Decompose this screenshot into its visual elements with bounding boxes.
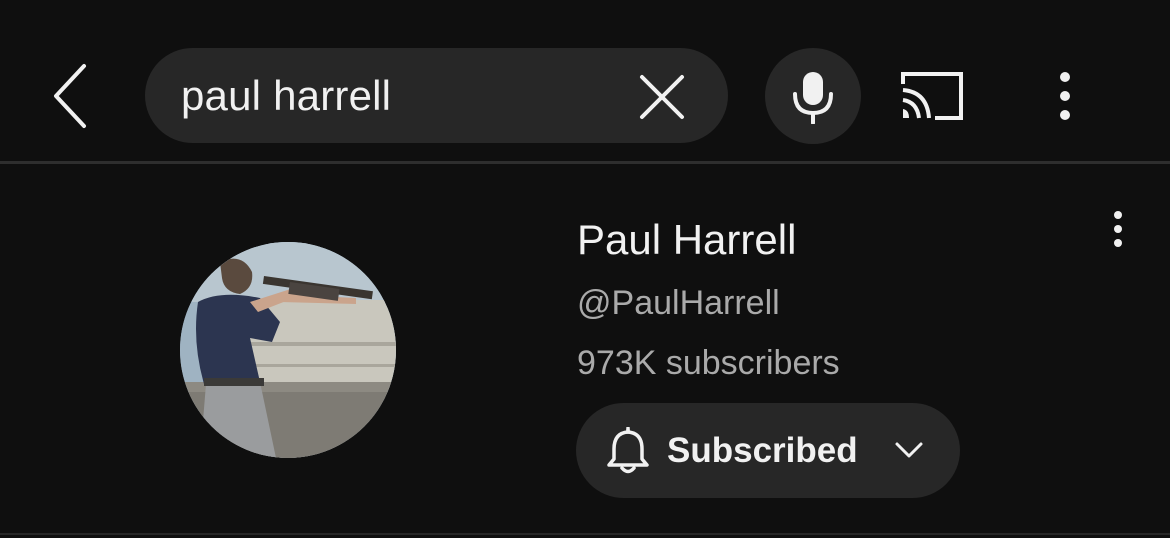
result-divider (0, 533, 1170, 535)
channel-name[interactable]: Paul Harrell (577, 216, 796, 264)
close-icon (640, 75, 684, 119)
channel-avatar[interactable] (180, 242, 396, 458)
cast-icon (901, 72, 963, 120)
subscriber-count: 973K subscribers (577, 344, 840, 382)
subscribed-label: Subscribed (667, 431, 858, 470)
chevron-down-icon (895, 442, 923, 458)
more-vertical-icon (1060, 72, 1070, 120)
more-options-button[interactable] (1045, 66, 1085, 126)
more-vertical-icon (1114, 211, 1122, 247)
subscribed-button[interactable]: Subscribed (576, 403, 960, 498)
voice-search-button[interactable] (765, 48, 861, 144)
clear-search-button[interactable] (639, 74, 685, 120)
search-header: paul harrell (0, 0, 1170, 162)
channel-menu-button[interactable] (1103, 208, 1133, 252)
youtube-search-results: paul harrell Paul Harrell @PaulHarrell 9… (0, 0, 1170, 538)
channel-handle: @PaulHarrell (577, 284, 780, 322)
microphone-icon (793, 72, 833, 124)
back-arrow-icon (54, 64, 86, 128)
avatar-image (180, 242, 396, 458)
search-query-text[interactable]: paul harrell (181, 48, 391, 143)
back-button[interactable] (40, 60, 100, 134)
cast-button[interactable] (897, 68, 967, 124)
channel-result[interactable]: Paul Harrell @PaulHarrell 973K subscribe… (0, 164, 1170, 532)
bell-icon (607, 427, 649, 474)
search-input[interactable]: paul harrell (145, 48, 728, 143)
